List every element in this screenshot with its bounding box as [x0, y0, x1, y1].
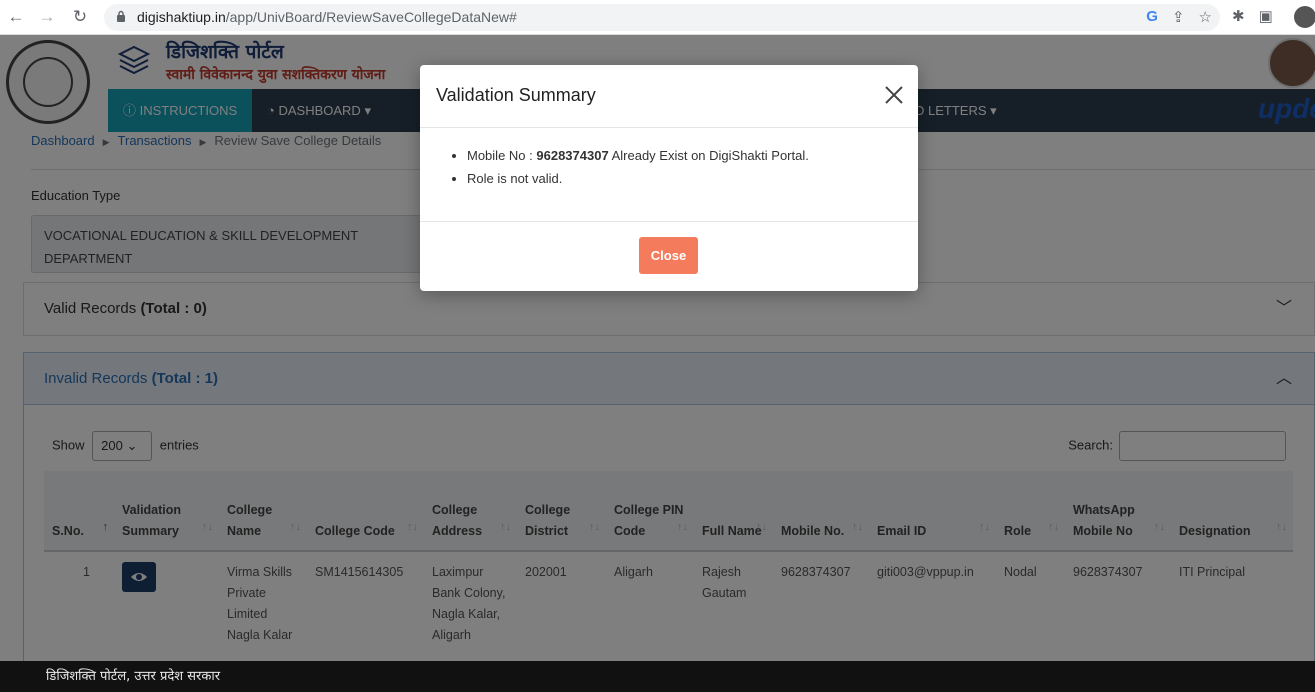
modal-body: Mobile No : 9628374307 Already Exist on … [420, 128, 918, 222]
browser-toolbar: ← → ↻ digishaktiup.in/app/UnivBoard/Revi… [0, 0, 1315, 35]
msg-prefix: Mobile No : [467, 148, 533, 163]
modal-footer: Close [420, 222, 918, 290]
address-bar[interactable]: digishaktiup.in/app/UnivBoard/ReviewSave… [104, 4, 1220, 31]
side-panel-icon[interactable]: ▣ [1259, 7, 1273, 25]
forward-arrow-icon[interactable]: → [37, 7, 57, 27]
msg-suffix: Already Exist on DigiShakti Portal. [611, 148, 809, 163]
modal-header: Validation Summary [420, 65, 918, 128]
page-footer: डिजिशक्ति पोर्टल, उत्तर प्रदेश सरकार [0, 661, 1315, 692]
close-button[interactable]: Close [639, 237, 698, 274]
close-icon[interactable] [884, 85, 904, 105]
url-text: digishaktiup.in/app/UnivBoard/ReviewSave… [137, 9, 517, 25]
share-icon[interactable]: ⇪ [1172, 8, 1185, 26]
google-icon[interactable]: G [1146, 8, 1158, 26]
validation-messages: Mobile No : 9628374307 Already Exist on … [467, 144, 918, 190]
validation-message: Role is not valid. [467, 167, 918, 190]
back-arrow-icon[interactable]: ← [6, 7, 26, 27]
validation-summary-modal: Validation Summary Mobile No : 962837430… [420, 65, 918, 291]
lock-icon [117, 10, 125, 22]
reload-icon[interactable]: ↻ [70, 7, 90, 27]
validation-message: Mobile No : 9628374307 Already Exist on … [467, 144, 918, 167]
msg-number: 9628374307 [536, 148, 609, 163]
url-path: /app/UnivBoard/ReviewSaveCollegeDataNew# [225, 9, 517, 25]
extensions-icon[interactable]: ✱ [1232, 7, 1245, 25]
modal-title: Validation Summary [436, 85, 596, 105]
url-domain: digishaktiup.in [137, 9, 226, 25]
bookmark-star-icon[interactable]: ☆ [1199, 8, 1212, 26]
browser-profile-avatar[interactable] [1294, 6, 1315, 28]
